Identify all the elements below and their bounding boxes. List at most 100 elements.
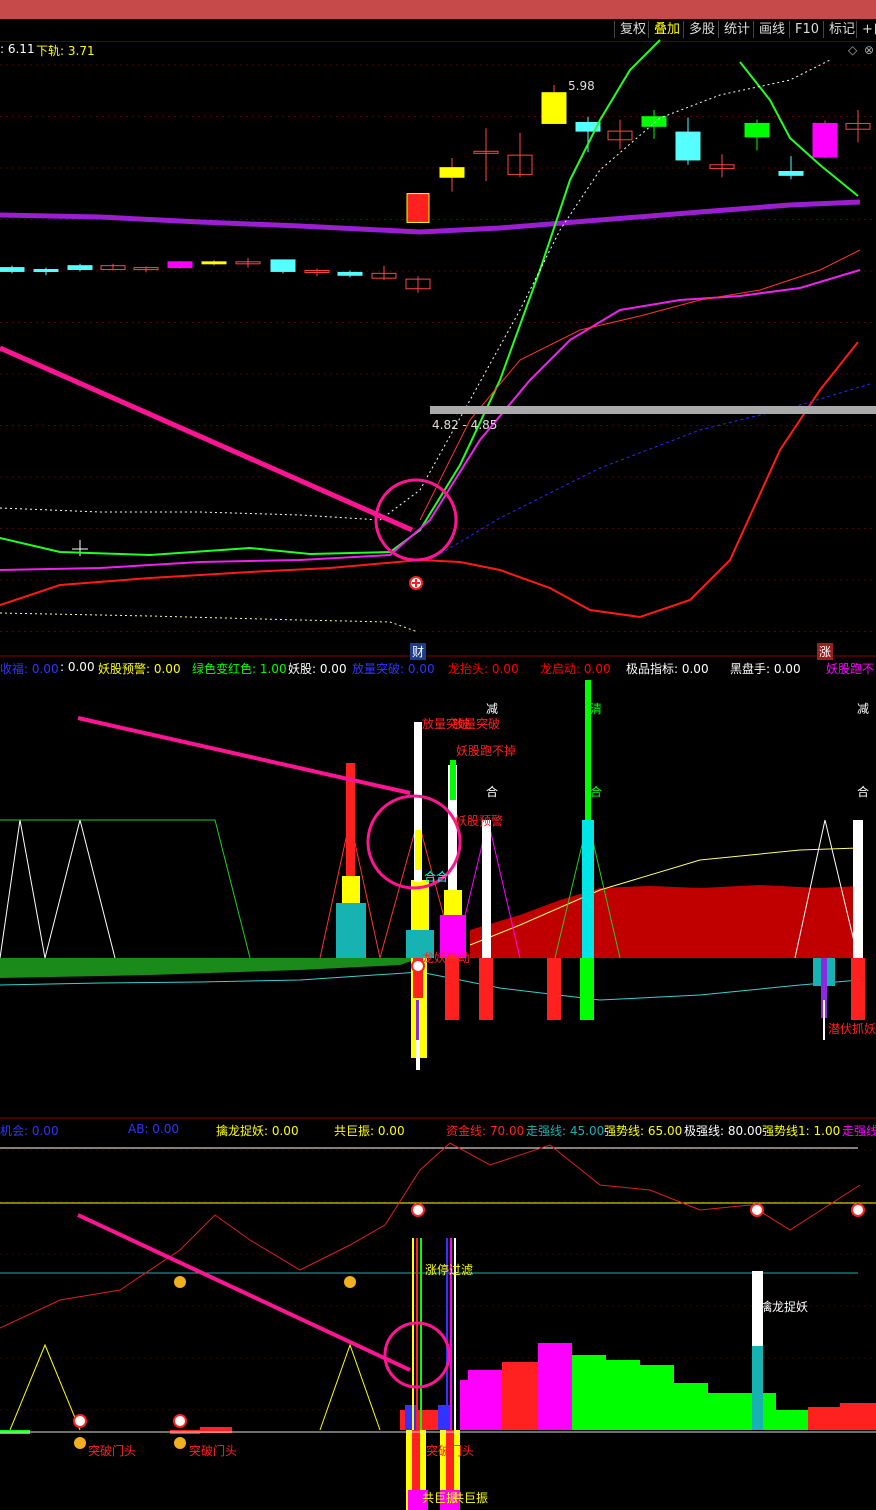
plus-marker (750, 1203, 764, 1217)
lower-band-label: 下轨: 3.71 (36, 44, 95, 58)
candle-body (201, 261, 227, 265)
red-bar-down (479, 958, 493, 1020)
ma-red-thin (419, 249, 861, 521)
yellow-triangle-2 (319, 1343, 381, 1431)
hebi-signal: 合合 (424, 870, 449, 884)
candle-body (167, 261, 193, 269)
yellow-bar (415, 830, 421, 870)
stock-chart[interactable] (0, 0, 876, 1510)
plus-marker (411, 1203, 425, 1217)
indicator-header-item: 资金线: 70.00 (446, 1124, 525, 1138)
yellow-bar (342, 876, 360, 903)
green-bar (708, 1393, 742, 1430)
tupo-mentou-label-2: 突破门头 (189, 1444, 238, 1458)
ma-purple (0, 199, 861, 235)
indicator-header-item: AB: 0.00 (128, 1122, 180, 1136)
indicator-header-item: 妖股跑不 (826, 662, 875, 676)
cyan-line (0, 971, 861, 1001)
white-bar (853, 820, 863, 958)
indicator-header-item: 极品指标: 0.00 (626, 662, 709, 676)
indicator-header-item: 走强线: 45.00 (526, 1124, 605, 1138)
indicator-header-item: : 0.00 (60, 660, 95, 674)
plus-marker (73, 1414, 87, 1428)
longyao-qidong-label: 龙妖启动 (422, 951, 471, 965)
finance-marker[interactable]: 财 (410, 643, 427, 660)
candle-body (67, 265, 93, 271)
signal-line (420, 1238, 422, 1430)
upper-band-label: : 6.11 (0, 42, 35, 56)
signal-line (416, 1238, 418, 1430)
gongjuzhen-label-2: 共巨振 (452, 1491, 489, 1505)
indicator-header-item: 妖股预警: 0.00 (98, 662, 181, 676)
yellow-triangle (9, 1343, 81, 1431)
cyan-bar (752, 1346, 763, 1430)
candle-body (778, 170, 804, 176)
purple-bar-down (416, 1000, 419, 1040)
price-range-band (430, 406, 876, 414)
candle-body (812, 122, 838, 158)
indicator-header-item: 绿色变红色: 1.00 (192, 662, 287, 676)
magenta-bar (538, 1343, 572, 1430)
red-bar (502, 1362, 538, 1430)
indicator-header-item: 黑盘手: 0.00 (730, 662, 801, 676)
jian-signal-1: 减 (486, 702, 499, 716)
green-bar-down (580, 958, 594, 1020)
annotation-arrow (77, 1213, 411, 1372)
lower-band-red (0, 341, 859, 619)
indicator-header-item: 走强线 (842, 1124, 876, 1138)
red-bar (840, 1403, 876, 1430)
red-bar-down (547, 958, 561, 1020)
red-bar-down (445, 958, 459, 1020)
yellow-bar (444, 890, 462, 915)
money-bag-icon (74, 1437, 86, 1449)
green-bar (450, 760, 456, 800)
price-range-label: 4.82 - 4.85 (432, 418, 498, 432)
candle-body (33, 269, 59, 273)
close-panel-icon[interactable]: ⊗ (864, 43, 874, 57)
candle-body (541, 92, 567, 124)
ma-magenta (0, 269, 861, 571)
diamond-icon[interactable]: ◇ (848, 43, 857, 57)
red-bar (808, 1407, 840, 1430)
candle-body (0, 267, 25, 272)
indicator-header-item: 收福: 0.00 (0, 662, 59, 676)
money-bag-icon (174, 1437, 186, 1449)
candle-body (641, 116, 667, 127)
magenta-bar (468, 1370, 502, 1430)
zijin-line (0, 1142, 861, 1329)
red-bar-down (851, 958, 865, 1020)
green-bar (606, 1360, 640, 1430)
indicator-header-item: 放量突破: 0.00 (352, 662, 435, 676)
signal-line (412, 1238, 414, 1430)
tupo-mentou-label-1: 突破门头 (88, 1444, 137, 1458)
candle-body (337, 271, 363, 276)
upper-band-dotted (0, 59, 831, 521)
lower-band-dotted (0, 612, 419, 633)
green-step-line (0, 819, 251, 959)
plus-marker (851, 1203, 865, 1217)
candle-body (675, 131, 701, 161)
indicator-header-item: 龙启动: 0.00 (540, 662, 611, 676)
tupo-mentou-label-3: 突破门头 (426, 1444, 475, 1458)
triangle-signal (0, 819, 116, 959)
indicator-header-item: 龙抬头: 0.00 (448, 662, 519, 676)
green-bar (572, 1355, 606, 1430)
yaogu-paobudiao-label: 妖股跑不掉 (456, 744, 517, 758)
candle-body (270, 259, 296, 272)
white-bar (482, 820, 491, 958)
blue-bar (405, 1405, 417, 1430)
money-bag-icon (344, 1276, 356, 1288)
he-signal-1: 合 (486, 785, 499, 799)
indicator-header-item: 机会: 0.00 (0, 1124, 59, 1138)
indicator-header-item: 妖股: 0.00 (288, 662, 347, 676)
blue-bar (438, 1405, 450, 1430)
he-signal-2: 合 (857, 785, 870, 799)
limit-up-marker[interactable]: 涨 (817, 643, 834, 660)
fangliang-tupo-label-2: 放量突破 (452, 717, 501, 731)
cyan-bar (582, 820, 594, 958)
qing-signal: 清 (590, 702, 603, 716)
green-bar (776, 1410, 808, 1430)
plus-marker (173, 1414, 187, 1428)
high-price-label: 5.98 (568, 79, 595, 93)
indicator-header-item: 强势线: 65.00 (604, 1124, 683, 1138)
